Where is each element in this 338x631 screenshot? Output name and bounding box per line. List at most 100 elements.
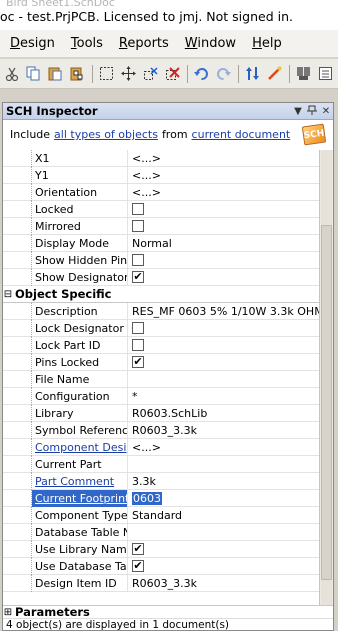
property-name[interactable]: Component Design: [32, 438, 128, 456]
checkbox[interactable]: ✔: [132, 559, 144, 572]
property-value[interactable]: <...>: [128, 184, 319, 201]
property-name[interactable]: Part Comment: [32, 472, 128, 490]
hierarchy-icon[interactable]: [243, 64, 262, 83]
property-row[interactable]: Design Item ID R0603_3.3k: [3, 574, 319, 592]
cut-icon[interactable]: [2, 64, 21, 83]
property-row[interactable]: Locked: [3, 200, 319, 218]
selected-value[interactable]: 0603: [132, 491, 162, 505]
list-view-icon[interactable]: [316, 64, 335, 83]
property-row[interactable]: Library R0603.SchLib: [3, 404, 319, 422]
move-icon[interactable]: [119, 64, 138, 83]
menu-tools[interactable]: Tools: [71, 36, 103, 51]
status-text: 4 object(s) are displayed in 1 document(…: [6, 619, 230, 631]
redo-icon[interactable]: [214, 64, 233, 83]
property-value[interactable]: [128, 371, 319, 388]
property-row[interactable]: Database Table Na: [3, 523, 319, 541]
close-icon[interactable]: ✕: [319, 106, 333, 117]
checkbox[interactable]: ✔: [132, 542, 144, 555]
property-row[interactable]: Use Library Name ✔: [3, 540, 319, 558]
property-value[interactable]: *: [128, 388, 319, 405]
tree-indent: [13, 370, 32, 388]
property-row[interactable]: File Name: [3, 370, 319, 388]
property-value[interactable]: 3.3k: [128, 473, 319, 490]
zoom-icon[interactable]: [294, 64, 313, 83]
expand-icon[interactable]: ⊞: [3, 607, 13, 618]
section-parameters[interactable]: ⊞ Parameters: [3, 605, 333, 619]
property-row[interactable]: Pins Locked ✔: [3, 353, 319, 371]
property-row[interactable]: X1 <...>: [3, 150, 319, 167]
checkbox[interactable]: ✔: [132, 270, 144, 283]
property-value[interactable]: R0603_3.3k: [128, 575, 319, 592]
property-value[interactable]: ✔: [128, 541, 319, 558]
property-value[interactable]: ✔: [128, 354, 319, 371]
property-row[interactable]: Show Hidden Pins: [3, 251, 319, 269]
property-row[interactable]: Lock Designator: [3, 319, 319, 337]
vertical-scrollbar[interactable]: [319, 150, 333, 605]
property-row[interactable]: Configuration *: [3, 387, 319, 405]
property-value[interactable]: <...>: [128, 167, 319, 184]
collapse-icon[interactable]: ⊟: [3, 289, 13, 300]
deselect-icon[interactable]: [141, 64, 160, 83]
checkbox[interactable]: [132, 253, 144, 266]
checkbox[interactable]: [132, 321, 144, 334]
property-value[interactable]: ✔: [128, 269, 319, 286]
menu-label-rest: elp: [261, 36, 282, 51]
undo-icon[interactable]: [192, 64, 211, 83]
panel-gap: [0, 90, 338, 102]
property-row[interactable]: Current Part: [3, 455, 319, 473]
property-row[interactable]: Show Designator ✔: [3, 268, 319, 286]
property-value[interactable]: <...>: [128, 150, 319, 167]
checkbox[interactable]: [132, 219, 144, 232]
property-value[interactable]: Normal: [128, 235, 319, 252]
probe-icon[interactable]: [265, 64, 284, 83]
property-name[interactable]: Current Footprint: [32, 489, 128, 507]
property-row[interactable]: Component Design<...>: [3, 438, 319, 456]
property-value[interactable]: R0603.SchLib: [128, 405, 319, 422]
property-row[interactable]: Orientation <...>: [3, 183, 319, 201]
property-row[interactable]: Description RES_MF 0603 5% 1/10W 3.3k OHM: [3, 302, 319, 320]
property-row[interactable]: Y1 <...>: [3, 166, 319, 184]
copy-icon[interactable]: [24, 64, 43, 83]
select-rect-icon[interactable]: [97, 64, 116, 83]
section-object-specific[interactable]: ⊟ Object Specific: [3, 286, 319, 303]
property-value[interactable]: [128, 320, 319, 337]
property-row[interactable]: Symbol Reference R0603_3.3k: [3, 421, 319, 439]
menu-design[interactable]: Design: [10, 36, 55, 51]
property-value[interactable]: <...>: [128, 439, 319, 456]
property-value[interactable]: [128, 201, 319, 218]
property-row[interactable]: Part Comment 3.3k: [3, 472, 319, 490]
property-row[interactable]: Lock Part ID: [3, 336, 319, 354]
property-row[interactable]: Display Mode Normal: [3, 234, 319, 252]
property-row[interactable]: Component Type Standard: [3, 506, 319, 524]
clear-filter-icon[interactable]: [163, 64, 182, 83]
property-row[interactable]: Mirrored: [3, 217, 319, 235]
paste-array-icon[interactable]: [68, 64, 87, 83]
filter-icon[interactable]: SCH: [301, 123, 327, 146]
property-value[interactable]: ✔: [128, 558, 319, 575]
property-value[interactable]: Standard: [128, 507, 319, 524]
checkbox[interactable]: [132, 338, 144, 351]
property-value[interactable]: 0603: [128, 490, 319, 507]
property-value[interactable]: R0603_3.3k: [128, 422, 319, 439]
pin-icon[interactable]: [305, 105, 319, 118]
paste-icon[interactable]: [46, 64, 65, 83]
panel-menu-icon[interactable]: ▼: [291, 106, 305, 117]
menu-window[interactable]: Window: [185, 36, 236, 51]
row-gutter: [3, 507, 13, 524]
property-row[interactable]: Use Database Tab ✔: [3, 557, 319, 575]
row-gutter: [3, 575, 13, 592]
property-row[interactable]: Current Footprint 0603: [3, 489, 319, 507]
property-value[interactable]: [128, 218, 319, 235]
menu-reports[interactable]: Reports: [119, 36, 169, 51]
property-value[interactable]: [128, 337, 319, 354]
menu-help[interactable]: Help: [252, 36, 282, 51]
property-value[interactable]: [128, 524, 319, 541]
object-types-link[interactable]: all types of objects: [54, 128, 158, 141]
property-value[interactable]: RES_MF 0603 5% 1/10W 3.3k OHM: [128, 303, 319, 320]
property-value[interactable]: [128, 252, 319, 269]
property-value[interactable]: [128, 456, 319, 473]
source-scope-link[interactable]: current document: [192, 128, 291, 141]
checkbox[interactable]: [132, 202, 144, 215]
scrollbar-thumb[interactable]: [321, 225, 332, 580]
checkbox[interactable]: ✔: [132, 355, 144, 368]
